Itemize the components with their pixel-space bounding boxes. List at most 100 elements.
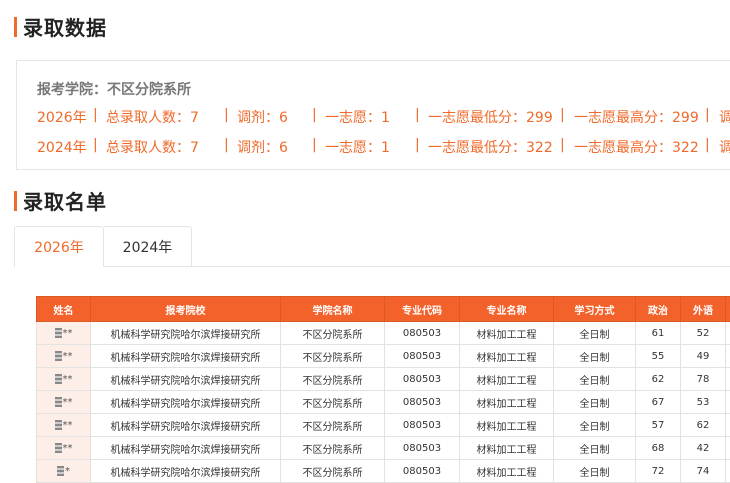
- cell-school: 机械科学研究院哈尔滨焊接研究所: [90, 390, 281, 414]
- header-name[interactable]: 姓名: [36, 296, 91, 322]
- separator: |: [93, 107, 98, 123]
- cell-name: **: [36, 321, 91, 345]
- admission-list-table-container: 姓名 报考院校 学院名称 专业代码 专业名称 学习方式 政治 外语 ** 机械科学…: [36, 296, 730, 483]
- header-study-mode[interactable]: 学习方式: [553, 296, 636, 322]
- cell-major-name: 材料加工工程: [459, 367, 554, 391]
- cell-foreign-lang: 42: [680, 436, 726, 460]
- cell-overflow: [725, 367, 730, 391]
- cell-study-mode: 全日制: [553, 367, 636, 391]
- separator: |: [560, 137, 565, 153]
- tab-2024[interactable]: 2024年: [104, 226, 192, 266]
- masked-name-text: **: [62, 419, 73, 431]
- separator: |: [560, 107, 565, 123]
- stats-first-choice: 一志愿：1: [325, 110, 390, 126]
- cell-politics: 72: [635, 459, 681, 483]
- separator: |: [312, 137, 317, 153]
- table-row: * 机械科学研究院哈尔滨焊接研究所 不区分院系所 080503 材料加工工程 全日制 72 7…: [36, 459, 730, 483]
- separator: |: [415, 107, 420, 123]
- cell-overflow: [725, 436, 730, 460]
- cell-foreign-lang: 52: [680, 321, 726, 345]
- stats-max-score: 一志愿最高分：299: [574, 110, 699, 126]
- tab-2026[interactable]: 2026年: [14, 226, 104, 267]
- cell-major-code: 080503: [384, 344, 460, 368]
- admission-data-heading: 录取数据: [14, 12, 107, 41]
- masked-name-text: **: [62, 442, 73, 454]
- separator: |: [705, 107, 710, 123]
- header-major-code[interactable]: 专业代码: [384, 296, 460, 322]
- cell-name: **: [36, 413, 91, 437]
- cell-major-name: 材料加工工程: [459, 459, 554, 483]
- cell-major-code: 080503: [384, 459, 460, 483]
- cell-major-name: 材料加工工程: [459, 321, 554, 345]
- cell-overflow: [725, 459, 730, 483]
- admission-data-title: 录取数据: [23, 16, 107, 40]
- cell-study-mode: 全日制: [553, 436, 636, 460]
- stats-min-score: 一志愿最低分：322: [428, 140, 553, 156]
- stats-truncated: 调: [719, 110, 730, 126]
- cell-foreign-lang: 74: [680, 459, 726, 483]
- header-overflow: [725, 296, 730, 322]
- cell-politics: 55: [635, 344, 681, 368]
- header-college[interactable]: 学院名称: [280, 296, 385, 322]
- cell-college: 不区分院系所: [280, 321, 385, 345]
- cell-foreign-lang: 53: [680, 390, 726, 414]
- masked-name-text: **: [62, 396, 73, 408]
- separator: |: [415, 137, 420, 153]
- masked-name-mosaic: [54, 419, 62, 430]
- heading-accent-bar: [14, 16, 17, 37]
- header-foreign-lang[interactable]: 外语: [680, 296, 726, 322]
- table-row: ** 机械科学研究院哈尔滨焊接研究所 不区分院系所 080503 材料加工工程 全日制 62…: [36, 367, 730, 391]
- table-row: ** 机械科学研究院哈尔滨焊接研究所 不区分院系所 080503 材料加工工程 全日制 57…: [36, 413, 730, 437]
- cell-school: 机械科学研究院哈尔滨焊接研究所: [90, 344, 281, 368]
- cell-foreign-lang: 62: [680, 413, 726, 437]
- cell-foreign-lang: 78: [680, 367, 726, 391]
- cell-school: 机械科学研究院哈尔滨焊接研究所: [90, 321, 281, 345]
- cell-study-mode: 全日制: [553, 390, 636, 414]
- table-row: ** 机械科学研究院哈尔滨焊接研究所 不区分院系所 080503 材料加工工程 全日制 68…: [36, 436, 730, 460]
- separator: |: [224, 137, 229, 153]
- cell-school: 机械科学研究院哈尔滨焊接研究所: [90, 413, 281, 437]
- masked-name-text: **: [62, 327, 73, 339]
- masked-name-text: **: [62, 373, 73, 385]
- cell-major-name: 材料加工工程: [459, 413, 554, 437]
- admission-list-heading: 录取名单: [14, 186, 107, 215]
- cell-college: 不区分院系所: [280, 459, 385, 483]
- cell-major-code: 080503: [384, 436, 460, 460]
- cell-college: 不区分院系所: [280, 367, 385, 391]
- cell-major-code: 080503: [384, 367, 460, 391]
- cell-school: 机械科学研究院哈尔滨焊接研究所: [90, 436, 281, 460]
- header-politics[interactable]: 政治: [635, 296, 681, 322]
- stats-year: 2024年: [37, 140, 87, 156]
- cell-college: 不区分院系所: [280, 436, 385, 460]
- header-major-name[interactable]: 专业名称: [459, 296, 554, 322]
- header-school[interactable]: 报考院校: [90, 296, 281, 322]
- cell-major-name: 材料加工工程: [459, 390, 554, 414]
- year-tabs: 2026年 2024年: [14, 226, 730, 267]
- stats-total: 总录取人数：7: [106, 140, 199, 156]
- stats-min-score: 一志愿最低分：299: [428, 110, 553, 126]
- cell-politics: 67: [635, 390, 681, 414]
- cell-politics: 57: [635, 413, 681, 437]
- cell-college: 不区分院系所: [280, 344, 385, 368]
- cell-major-name: 材料加工工程: [459, 344, 554, 368]
- cell-school: 机械科学研究院哈尔滨焊接研究所: [90, 367, 281, 391]
- separator: |: [312, 107, 317, 123]
- cell-college: 不区分院系所: [280, 413, 385, 437]
- cell-overflow: [725, 390, 730, 414]
- table-row: ** 机械科学研究院哈尔滨焊接研究所 不区分院系所 080503 材料加工工程 全日制 67…: [36, 390, 730, 414]
- separator: |: [224, 107, 229, 123]
- cell-name: **: [36, 367, 91, 391]
- cell-major-code: 080503: [384, 390, 460, 414]
- table-row: ** 机械科学研究院哈尔滨焊接研究所 不区分院系所 080503 材料加工工程 全日制 61…: [36, 321, 730, 345]
- stats-max-score: 一志愿最高分：322: [574, 140, 699, 156]
- table-header-row: 姓名 报考院校 学院名称 专业代码 专业名称 学习方式 政治 外语: [36, 296, 730, 322]
- masked-name-mosaic: [54, 442, 62, 453]
- cell-name: **: [36, 436, 91, 460]
- cell-overflow: [725, 321, 730, 345]
- masked-name-text: *: [65, 465, 70, 477]
- cell-study-mode: 全日制: [553, 321, 636, 345]
- separator: |: [705, 137, 710, 153]
- cell-school: 机械科学研究院哈尔滨焊接研究所: [90, 459, 281, 483]
- masked-name-mosaic: [54, 327, 62, 338]
- stats-first-choice: 一志愿：1: [325, 140, 390, 156]
